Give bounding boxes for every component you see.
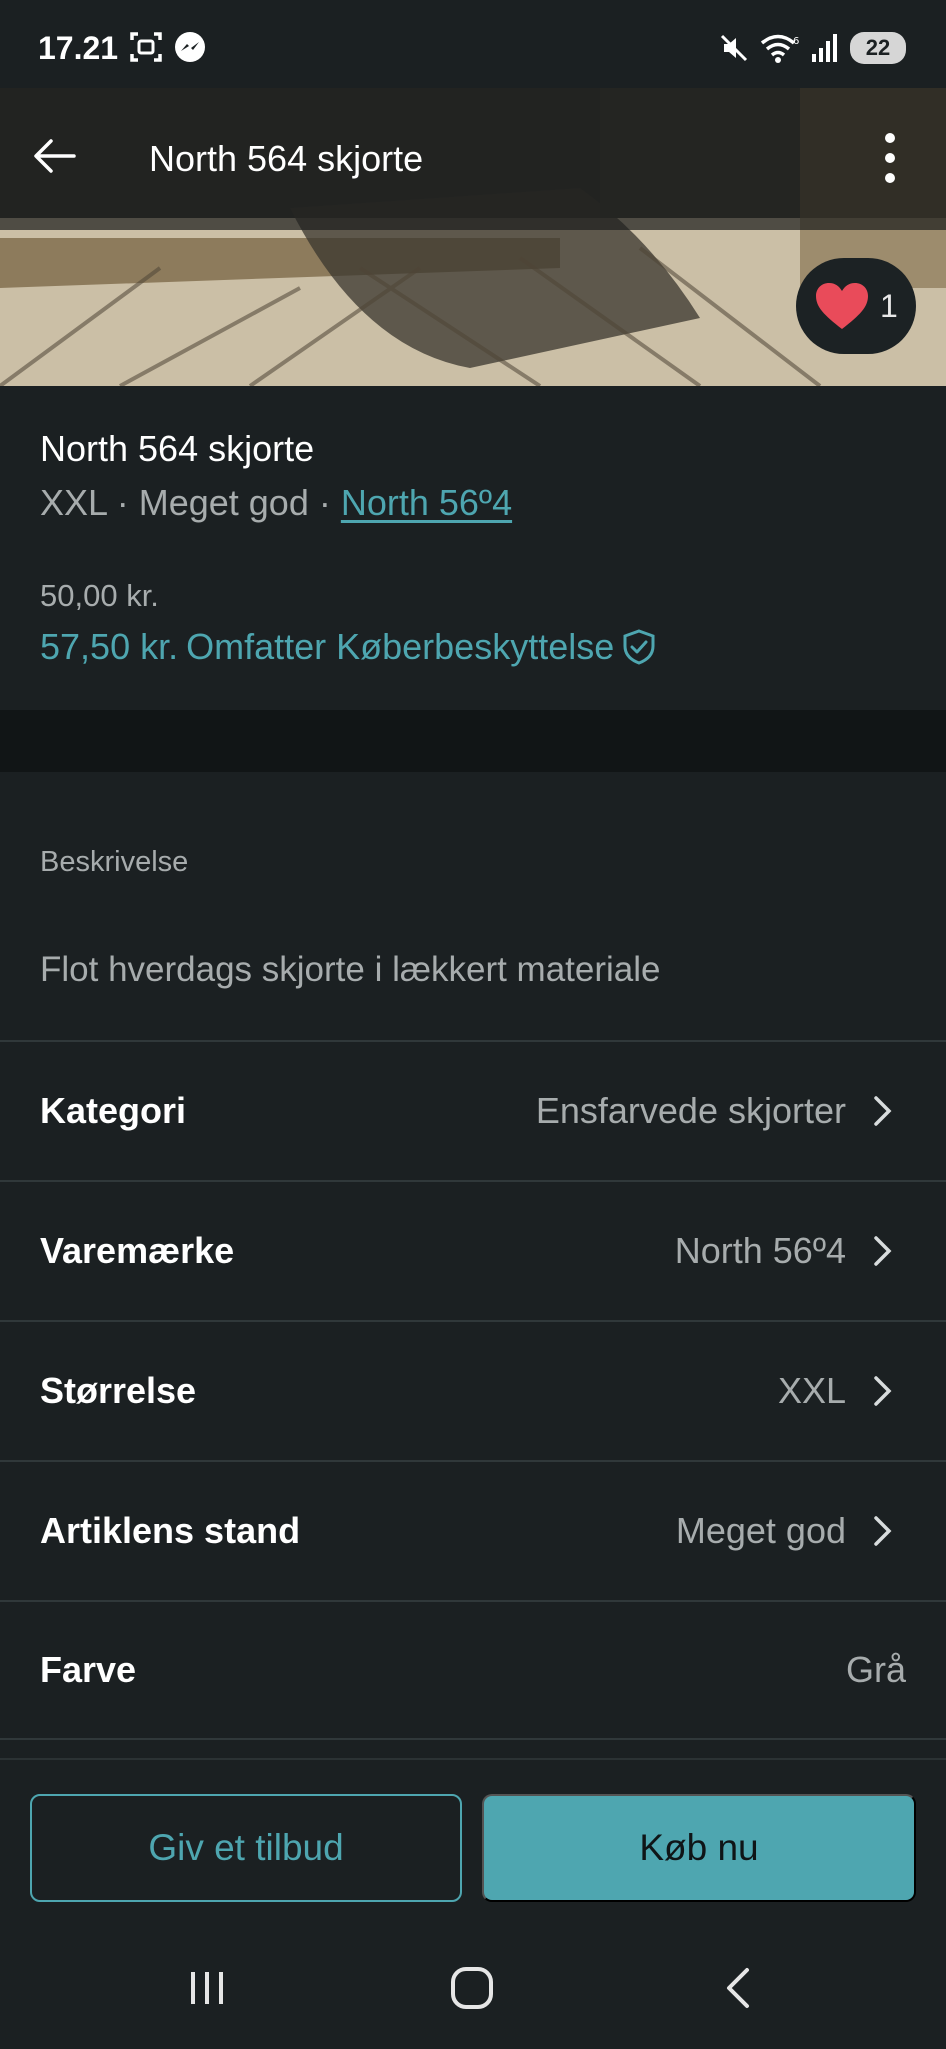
attribute-value: Ensfarvede skjorter [535,1090,846,1131]
total-price: 57,50 kr. [40,626,179,667]
item-condition: Meget god [138,482,309,523]
recent-apps-button[interactable] [167,1958,247,2018]
favorite-count: 1 [880,287,898,324]
home-button[interactable] [432,1958,512,2018]
action-bar: Giv et tilbud Køb nu [0,1758,946,1928]
system-back-button[interactable] [698,1958,778,2018]
chevron-left-icon [727,1968,749,2008]
mute-icon [720,34,748,62]
favorite-button[interactable]: 1 [796,258,916,354]
chevron-right-icon [874,1516,892,1546]
meta-separator: · [106,482,139,523]
buyer-protection-price[interactable]: 57,50 kr. Omfatter Køberbeskyttelse [40,626,656,668]
attribute-row-category[interactable]: Kategori Ensfarvede skjorter [0,1040,946,1180]
protection-text: Omfatter Køberbeskyttelse [186,626,615,667]
description-label: Beskrivelse [40,846,189,878]
item-info: North 564 skjorte XXL · Meget god · Nort… [0,386,946,710]
attribute-value: North 56º4 [674,1230,846,1271]
item-title: North 564 skjorte [40,428,315,469]
brand-link[interactable]: North 56º4 [341,482,512,523]
attribute-label: Størrelse [40,1370,197,1411]
signal-icon [812,34,837,62]
attribute-row-size[interactable]: Størrelse XXL [0,1320,946,1460]
chevron-right-icon [874,1236,892,1266]
attribute-label: Varemærke [40,1230,235,1271]
more-options-button[interactable] [866,128,914,188]
attribute-row-color: Farve Grå [0,1600,946,1740]
attribute-value: XXL [777,1370,846,1411]
recents-icon [191,1972,223,2004]
attribute-row-condition[interactable]: Artiklens stand Meget god [0,1460,946,1600]
messenger-icon [175,32,205,62]
item-size: XXL [40,482,107,523]
arrow-left-icon [34,139,76,173]
app-bar [0,88,946,230]
svg-text:6: 6 [793,36,799,47]
item-price: 50,00 kr. [40,578,159,613]
shield-check-icon [623,629,655,665]
buy-now-button[interactable]: Køb nu [482,1794,916,1902]
description-section: Beskrivelse Flot hverdags skjorte i lækk… [0,772,946,1040]
meta-separator: · [308,482,341,523]
home-icon [451,1967,493,2009]
attribute-label: Farve [40,1649,137,1690]
description-text: Flot hverdags skjorte i lækkert material… [40,950,661,989]
attribute-value: Grå [845,1649,906,1690]
page-title: North 564 skjorte [149,138,424,179]
make-offer-button[interactable]: Giv et tilbud [30,1794,462,1902]
attribute-row-brand[interactable]: Varemærke North 56º4 [0,1180,946,1320]
section-divider [0,710,946,772]
system-nav-bar [0,1928,946,2049]
heart-icon [816,283,868,329]
status-bar: 17.21 6 22 [0,0,946,88]
attribute-value: Meget god [675,1510,846,1551]
status-icons: 6 22 [718,30,906,66]
item-meta: XXL · Meget god · North 56º4 [40,482,512,524]
chevron-right-icon [874,1096,892,1126]
back-button[interactable] [26,128,82,184]
status-time: 17.21 [38,30,119,66]
screenshot-icon [130,32,162,62]
battery-icon: 22 [850,32,906,64]
attribute-label: Kategori [40,1090,187,1131]
attribute-label: Artiklens stand [40,1510,301,1551]
chevron-right-icon [874,1376,892,1406]
more-vertical-icon [885,133,895,183]
wifi-icon: 6 [760,34,799,63]
